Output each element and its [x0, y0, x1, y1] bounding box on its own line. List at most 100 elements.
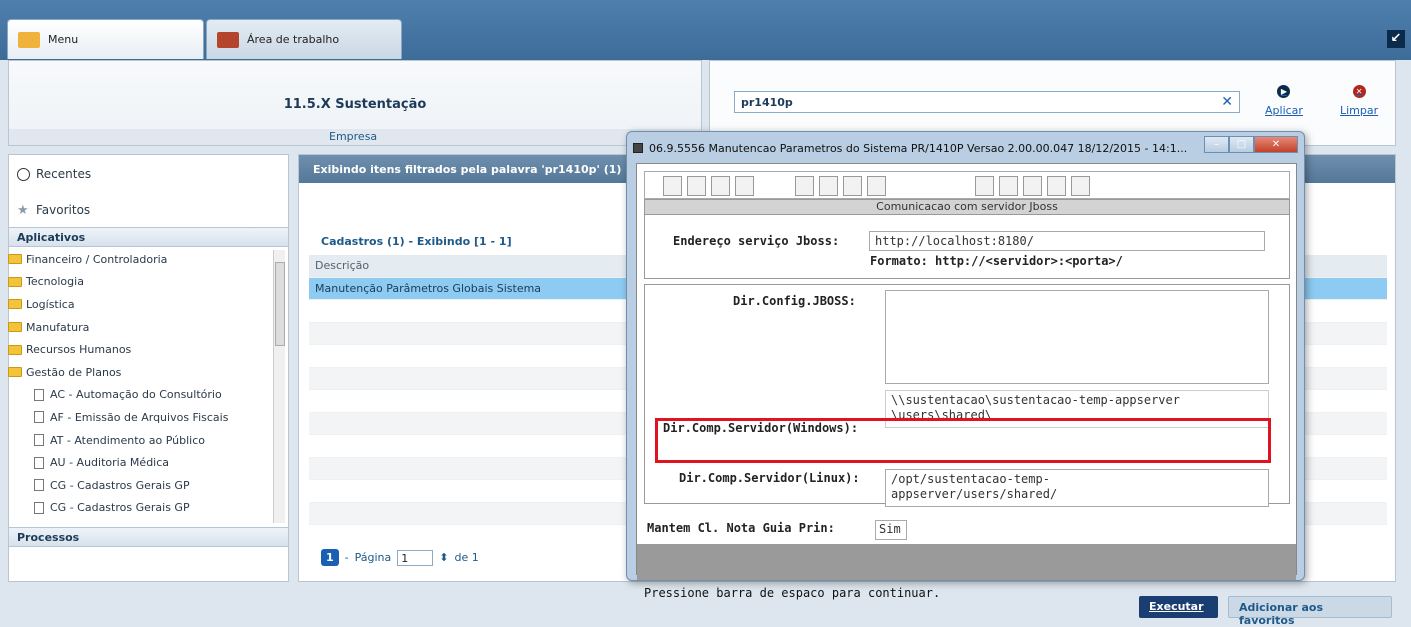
folder-icon	[8, 299, 22, 310]
pager: 1 - Página 1 ⬍ de 1	[321, 549, 479, 566]
endereco-field[interactable]: http://localhost:8180/	[869, 231, 1265, 251]
dialog-body: Comunicacao com servidor Jboss Endereço …	[636, 163, 1297, 600]
tree-label: Logística	[26, 297, 75, 311]
tree-label: Gestão de Planos	[26, 365, 122, 379]
document-icon	[34, 456, 44, 469]
parametros-dialog: 06.9.5556 Manutencao Parametros do Siste…	[626, 131, 1305, 600]
search-value: pr1410p	[741, 96, 793, 109]
play-icon: ▶	[1277, 85, 1291, 98]
folder-icon	[8, 254, 22, 265]
pager-total: de 1	[454, 551, 479, 564]
tree-scrollbar[interactable]	[273, 250, 285, 523]
tree-doc[interactable]: AC - Automação do Consultório	[8, 384, 276, 407]
tree-label: Tecnologia	[26, 275, 84, 289]
empresa-title: 11.5.X Sustentação	[283, 97, 427, 112]
add-favorites-button[interactable]: Adicionar aos favoritos	[1228, 596, 1392, 627]
recentes-label: Recentes	[36, 167, 92, 181]
document-icon	[34, 479, 44, 492]
dialog-gray-bar	[637, 544, 1296, 580]
page-input[interactable]: 1	[397, 549, 434, 566]
tree-folder[interactable]: Logística	[8, 293, 276, 316]
tree-label: CG - Cadastros Gerais GP	[50, 501, 190, 515]
folder-open-icon	[8, 367, 22, 378]
tree-doc[interactable]: AU - Auditoria Médica	[8, 451, 276, 474]
tree-label: AF - Emissão de Arquivos Fiscais	[50, 410, 229, 424]
app-tree: Financeiro / Controladoria Tecnologia Lo…	[8, 248, 276, 522]
add-record-icon[interactable]	[819, 176, 838, 196]
search-key-icon[interactable]	[795, 176, 814, 196]
last-record-icon[interactable]	[735, 176, 754, 196]
dirlinux-field[interactable]: /opt/sustentacao-temp- appserver/users/s…	[885, 469, 1269, 507]
minimize-icon[interactable]: –	[1204, 136, 1229, 153]
clear-label: Limpar	[1340, 104, 1379, 117]
tree-label: AT - Atendimento ao Público	[50, 433, 206, 447]
tab-area-trabalho[interactable]: Área de trabalho	[206, 19, 402, 59]
endereco-label: Endereço serviço Jboss:	[673, 234, 840, 248]
tree-folder-open[interactable]: Gestão de Planos	[8, 361, 276, 384]
tree-label: Financeiro / Controladoria	[26, 252, 168, 266]
dialog-titlebar[interactable]: 06.9.5556 Manutencao Parametros do Siste…	[633, 138, 1193, 158]
tree-folder[interactable]: Recursos Humanos	[8, 338, 276, 361]
maximize-icon[interactable]: □	[1229, 136, 1254, 153]
page-number-button[interactable]: 1	[321, 549, 339, 566]
nav-toolbar	[644, 171, 1290, 199]
empresa-label: Empresa	[9, 129, 701, 145]
tree-label: Manufatura	[26, 320, 90, 334]
tools-icon[interactable]	[1047, 176, 1066, 196]
tree-label: CG - Cadastros Gerais GP	[50, 478, 190, 492]
tab-menu[interactable]: Menu	[7, 19, 204, 59]
filter-icon[interactable]	[975, 176, 994, 196]
close-icon: ✕	[1352, 85, 1366, 98]
highlight-box	[655, 418, 1271, 463]
next-record-icon[interactable]	[711, 176, 730, 196]
dialog-title: 06.9.5556 Manutencao Parametros do Siste…	[649, 141, 1188, 155]
first-record-icon[interactable]	[663, 176, 682, 196]
tab-menu-label: Menu	[48, 33, 79, 46]
tree-doc[interactable]: CG - Cadastros Gerais GP	[8, 474, 276, 497]
executar-button[interactable]: Executar	[1139, 596, 1218, 618]
formato-hint: Formato: http://<servidor>:<porta>/	[870, 254, 1123, 268]
recentes-link[interactable]: Recentes	[17, 167, 91, 181]
tree-folder[interactable]: Manufatura	[8, 316, 276, 339]
tree-folder[interactable]: Tecnologia	[8, 271, 276, 294]
tree-folder[interactable]: Financeiro / Controladoria	[8, 248, 276, 271]
tree-doc[interactable]: AF - Emissão de Arquivos Fiscais	[8, 406, 276, 429]
dirconfig-field[interactable]	[885, 290, 1269, 384]
document-icon	[34, 434, 44, 447]
empresa-panel: 11.5.X Sustentação Empresa	[8, 60, 702, 146]
help-icon[interactable]	[1071, 176, 1090, 196]
dirconfig-label: Dir.Config.JBOSS:	[733, 294, 856, 308]
collapse-icon[interactable]: ↙	[1387, 30, 1405, 48]
tree-label: AC - Automação do Consultório	[50, 388, 222, 402]
copy-icon[interactable]	[1023, 176, 1042, 196]
edit-record-icon[interactable]	[843, 176, 862, 196]
processos-header[interactable]: Processos	[9, 527, 288, 547]
document-icon	[34, 501, 44, 514]
tab-area-label: Área de trabalho	[247, 33, 340, 46]
delete-record-icon[interactable]	[867, 176, 886, 196]
tree-label: Recursos Humanos	[26, 343, 132, 357]
cadastros-title: Cadastros (1) - Exibindo [1 - 1]	[321, 235, 512, 248]
prev-record-icon[interactable]	[687, 176, 706, 196]
clear-button[interactable]: ✕ Limpar	[1340, 85, 1378, 117]
apply-label: Aplicar	[1265, 104, 1303, 117]
dirlinux-label: Dir.Comp.Servidor(Linux):	[679, 471, 860, 485]
clear-search-icon[interactable]: ✕	[1221, 94, 1233, 110]
print-icon[interactable]	[999, 176, 1018, 196]
pager-label: Página	[354, 551, 392, 564]
page-spinner-icon[interactable]: ⬍	[439, 551, 448, 564]
favoritos-label: Favoritos	[36, 203, 91, 217]
favoritos-link[interactable]: ★ Favoritos	[17, 203, 90, 217]
tree-doc[interactable]: AT - Atendimento ao Público	[8, 429, 276, 452]
aplicativos-header[interactable]: Aplicativos	[9, 227, 288, 247]
mantem-label: Mantem Cl. Nota Guia Prin:	[647, 521, 835, 535]
star-icon: ★	[17, 202, 29, 218]
search-input[interactable]: pr1410p ✕	[734, 91, 1240, 113]
close-window-icon[interactable]: ✕	[1254, 136, 1298, 153]
mantem-field[interactable]: Sim	[875, 520, 907, 540]
apply-button[interactable]: ▶ Aplicar	[1265, 85, 1303, 117]
scrollbar-thumb[interactable]	[275, 262, 285, 346]
tree-label: AU - Auditoria Médica	[50, 456, 170, 470]
folder-icon	[8, 344, 22, 355]
tree-doc[interactable]: CG - Cadastros Gerais GP	[8, 497, 276, 520]
